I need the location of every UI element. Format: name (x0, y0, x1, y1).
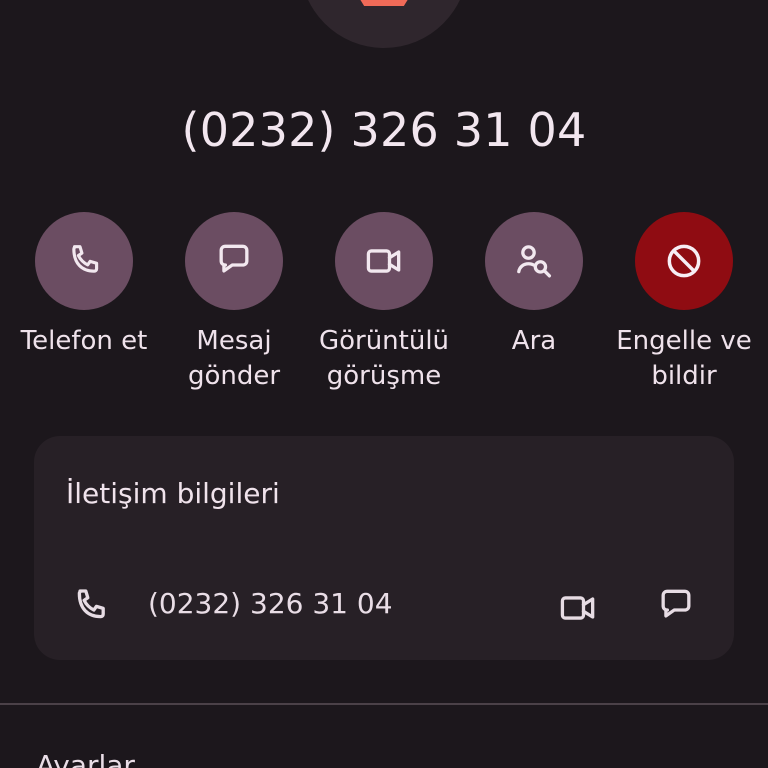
phone-number-title: (0232) 326 31 04 (181, 103, 587, 157)
block-report-action-label: Engelle ve bildir (616, 326, 752, 391)
section-divider (0, 703, 768, 705)
block-icon (662, 239, 706, 283)
call-action[interactable]: Telefon et (9, 212, 159, 359)
contact-phone-number[interactable]: (0232) 326 31 04 (148, 586, 393, 622)
message-icon (212, 239, 256, 283)
message-action[interactable]: Mesaj gönder (159, 212, 309, 394)
message-icon[interactable] (654, 584, 698, 628)
video-call-action-label: Görüntülü görüşme (318, 326, 450, 391)
contact-info-card: İletişim bilgileri (0232) 326 31 04 (34, 436, 734, 660)
video-call-button[interactable] (335, 212, 433, 310)
contact-info-title: İletişim bilgileri (66, 477, 280, 510)
call-button[interactable] (35, 212, 133, 310)
phone-icon (68, 584, 112, 628)
search-action-label: Ara (511, 326, 557, 356)
video-call-action[interactable]: Görüntülü görüşme (309, 212, 459, 394)
contact-phone-row[interactable]: (0232) 326 31 04 (34, 574, 734, 638)
contact-avatar (300, 0, 468, 48)
video-icon[interactable] (556, 586, 600, 630)
phone-icon (63, 240, 105, 282)
video-icon (362, 239, 406, 283)
search-button[interactable] (485, 212, 583, 310)
block-report-action[interactable]: Engelle ve bildir (609, 212, 759, 394)
block-report-button[interactable] (635, 212, 733, 310)
message-button[interactable] (185, 212, 283, 310)
avatar-stop-icon (353, 0, 415, 6)
settings-title: Ayarlar (36, 749, 135, 768)
call-action-label: Telefon et (20, 326, 148, 356)
search-action[interactable]: Ara (459, 212, 609, 359)
quick-actions: Telefon et Mesaj gönder Görüntülü görüşm… (0, 212, 768, 402)
call-details-screen: (0232) 326 31 04 Telefon et Mesaj gönder… (0, 0, 768, 768)
message-action-label: Mesaj gönder (187, 326, 281, 391)
search-user-icon (512, 239, 556, 283)
